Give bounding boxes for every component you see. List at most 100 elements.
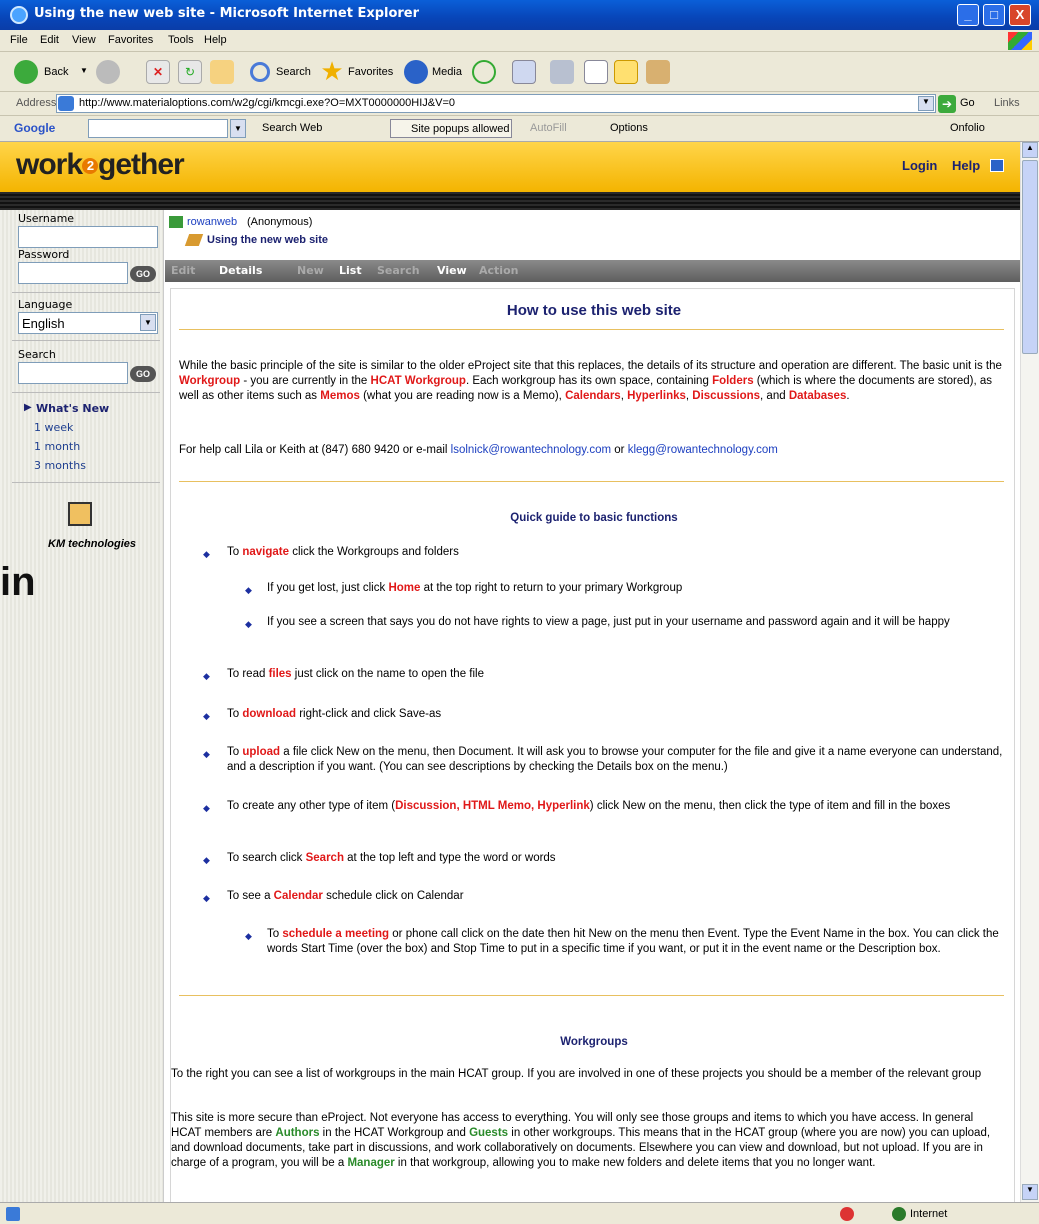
search-icon[interactable] — [250, 62, 270, 82]
autofill-button[interactable]: AutoFill — [530, 122, 567, 134]
tab-details[interactable]: Details — [219, 264, 262, 277]
favorites-label[interactable]: Favorites — [348, 66, 393, 78]
search-go-button[interactable]: GO — [130, 366, 156, 382]
favorites-star-icon[interactable]: ★ — [320, 58, 344, 84]
print-icon[interactable] — [550, 60, 574, 84]
divider — [179, 481, 1004, 482]
google-dropdown-icon[interactable]: ▼ — [230, 119, 246, 138]
sidebar-search-input[interactable] — [18, 362, 128, 384]
text-run: To — [227, 746, 243, 758]
tab-view[interactable]: View — [437, 264, 467, 277]
page-viewport: work 2 gether Login Help Username Password… — [0, 142, 1020, 1202]
back-dropdown-icon[interactable]: ▼ — [80, 66, 88, 75]
login-link[interactable]: Login — [902, 158, 937, 173]
scroll-up-icon[interactable]: ▲ — [1022, 142, 1038, 158]
menu-edit[interactable]: Edit — [40, 34, 59, 46]
login-go-button[interactable]: GO — [130, 266, 156, 282]
text-run: For help call Lila or Keith at (847) 680… — [179, 444, 451, 456]
menu-file[interactable]: File — [10, 34, 28, 46]
search-label: Search — [18, 348, 56, 361]
minimize-button[interactable]: _ — [957, 4, 979, 26]
edit-page-icon[interactable] — [584, 60, 608, 84]
go-button[interactable]: Go — [960, 97, 975, 109]
sidebar-divider — [12, 392, 160, 393]
email-link[interactable]: klegg@rowantechnology.com — [628, 444, 778, 456]
google-search-input[interactable] — [88, 119, 228, 138]
one-month-link[interactable]: 1 month — [34, 440, 80, 453]
menu-tools[interactable]: Tools — [168, 34, 194, 46]
popup-blocked-icon — [840, 1207, 854, 1221]
highlight-term: Hyperlinks — [627, 390, 686, 402]
search-web-button[interactable]: Search Web — [262, 122, 322, 134]
help-link[interactable]: Help — [952, 158, 980, 173]
whats-new-link[interactable]: What's New — [36, 402, 109, 415]
bullet-icon: ◆ — [203, 749, 210, 759]
address-input[interactable]: http://www.materialoptions.com/w2g/cgi/k… — [56, 94, 936, 113]
guide-calendar: To see a Calendar schedule click on Cale… — [227, 889, 1007, 904]
one-week-link[interactable]: 1 week — [34, 421, 73, 434]
close-button[interactable]: X — [1009, 4, 1031, 26]
workgroups-paragraph-2: This site is more secure than eProject. … — [171, 1111, 1001, 1171]
tab-new[interactable]: New — [297, 264, 324, 277]
onfolio-button[interactable]: Onfolio — [950, 122, 985, 134]
email-link[interactable]: lsolnick@rowantechnology.com — [451, 444, 611, 456]
highlight-term: download — [242, 708, 297, 720]
stop-icon[interactable]: ✕ — [146, 60, 170, 84]
password-input[interactable] — [18, 262, 128, 284]
tab-edit[interactable]: Edit — [171, 264, 195, 277]
back-label[interactable]: Back — [44, 66, 68, 78]
breadcrumb-page[interactable]: Using the new web site — [207, 234, 328, 246]
go-arrow-icon[interactable]: ➔ — [938, 95, 956, 113]
text-run: If you see a screen that says you do not… — [267, 616, 950, 628]
text-run: To see a — [227, 890, 274, 902]
text-run: a file click New on the menu, then Docum… — [227, 746, 1003, 773]
breadcrumb-user[interactable]: rowanweb — [187, 216, 237, 228]
media-icon[interactable] — [404, 60, 428, 84]
bullet-icon: ◆ — [203, 855, 210, 865]
language-dropdown-icon[interactable]: ▼ — [140, 314, 156, 331]
google-logo[interactable]: Google — [14, 121, 55, 135]
text-run: . — [846, 390, 850, 402]
guide-download: To download right-click and click Save-a… — [227, 707, 1007, 722]
language-select[interactable]: English — [18, 312, 158, 334]
menu-favorites[interactable]: Favorites — [108, 34, 153, 46]
forward-icon[interactable] — [96, 60, 120, 84]
address-label: Address — [16, 97, 57, 109]
home-icon[interactable] — [210, 60, 234, 84]
menu-help[interactable]: Help — [204, 34, 227, 46]
tab-list[interactable]: List — [339, 264, 362, 277]
help-paragraph: For help call Lila or Keith at (847) 680… — [179, 443, 1009, 458]
username-input[interactable] — [18, 226, 158, 248]
new-window-icon[interactable] — [990, 159, 1004, 172]
vertical-scrollbar[interactable]: ▲ ▼ — [1020, 142, 1039, 1202]
mail-icon[interactable] — [512, 60, 536, 84]
research-icon[interactable] — [646, 60, 670, 84]
menu-view[interactable]: View — [72, 34, 96, 46]
discuss-icon[interactable] — [614, 60, 638, 84]
history-icon[interactable] — [472, 60, 496, 84]
media-label[interactable]: Media — [432, 66, 462, 78]
ie-icon — [10, 6, 28, 24]
highlight-term: Discussion, HTML Memo, Hyperlink — [395, 800, 590, 812]
options-button[interactable]: Options — [610, 122, 648, 134]
status-bar: Internet — [0, 1202, 1039, 1224]
back-icon[interactable] — [14, 60, 38, 84]
scroll-thumb[interactable] — [1022, 160, 1038, 354]
three-months-link[interactable]: 3 months — [34, 459, 86, 472]
search-label[interactable]: Search — [276, 66, 311, 78]
links-button[interactable]: Links — [994, 97, 1020, 109]
tab-action[interactable]: Action — [479, 264, 518, 277]
text-run: To — [267, 928, 283, 940]
divider — [179, 995, 1004, 996]
address-dropdown-icon[interactable]: ▼ — [918, 96, 934, 111]
tab-search[interactable]: Search — [377, 264, 420, 277]
maximize-button[interactable]: □ — [983, 4, 1005, 26]
highlight-term: Home — [388, 582, 421, 594]
workgether-logo[interactable]: work 2 gether — [16, 148, 185, 182]
internet-zone-icon — [892, 1207, 906, 1221]
bullet-icon: ◆ — [203, 893, 210, 903]
text-run: To — [227, 708, 243, 720]
scroll-down-icon[interactable]: ▼ — [1022, 1184, 1038, 1200]
popup-blocker-button[interactable]: Site popups allowed — [390, 119, 512, 138]
refresh-icon[interactable]: ↻ — [178, 60, 202, 84]
